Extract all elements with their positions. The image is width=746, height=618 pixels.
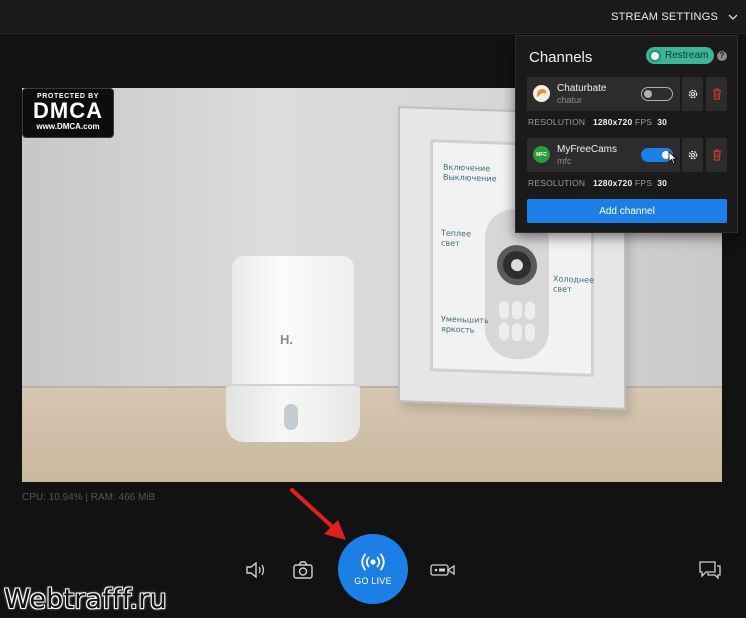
trash-icon (712, 88, 721, 100)
poster-label-on-off: Включение Выключение (443, 162, 497, 184)
snapshot-button[interactable] (290, 558, 316, 582)
channel-resolution-row: RESOLUTION 1280x720 FPS 30 (528, 178, 668, 188)
channel-resolution-row: RESOLUTION 1280x720 FPS 30 (528, 117, 668, 127)
chat-button[interactable] (697, 558, 723, 582)
humidifier-logo: H. (280, 332, 293, 347)
top-bar: STREAM SETTINGS (0, 0, 746, 34)
dmca-url: www.DMCA.com (36, 122, 100, 131)
stream-settings-button[interactable]: STREAM SETTINGS (611, 0, 738, 34)
gear-icon (688, 150, 697, 160)
audio-button[interactable] (243, 558, 269, 582)
watermark: Webtrafff.ru (4, 584, 167, 615)
live-broadcast-icon (361, 553, 385, 571)
myfreecams-logo-icon: MFC (533, 146, 550, 163)
channel-username: mfc (557, 156, 572, 166)
record-icon (430, 564, 455, 576)
channels-title: Channels (529, 49, 593, 66)
restream-badge[interactable]: Restream (646, 47, 715, 64)
add-channel-button[interactable]: Add channel (527, 199, 727, 223)
mouse-cursor-icon (668, 151, 678, 165)
channel-name: MyFreeCams (557, 144, 618, 155)
help-icon[interactable]: ? (717, 51, 727, 61)
poster-label-dim: Уменьшить яркость (441, 314, 489, 335)
channels-panel: Channels Restream ? Chaturbate chatur RE… (515, 35, 738, 233)
poster-label-warm: Теплее свет (441, 228, 471, 249)
chat-icon (699, 561, 721, 580)
poster-label-cold: Холоднее свет (553, 274, 594, 295)
channel-username: chatur (557, 95, 583, 105)
camera-icon (293, 561, 313, 579)
channel-row-myfreecams: MFC MyFreeCams mfc (527, 138, 680, 172)
resource-stats: CPU: 10.94% | RAM: 466 MiB (22, 492, 156, 503)
resolution-value: 1280x720 (592, 178, 633, 188)
resolution-value: 1280x720 (592, 117, 633, 127)
channel-settings-button[interactable] (682, 138, 703, 172)
restream-logo-icon (649, 49, 661, 62)
speaker-icon (246, 561, 265, 579)
annotation-arrow (290, 488, 346, 540)
record-button[interactable] (429, 558, 457, 582)
trash-icon (712, 149, 721, 161)
channel-settings-button[interactable] (682, 77, 703, 111)
restream-label: Restream (665, 50, 709, 61)
stream-settings-label: STREAM SETTINGS (611, 11, 718, 23)
fps-value: 30 (657, 178, 668, 188)
gear-icon (688, 89, 697, 99)
humidifier: H. (222, 256, 364, 442)
dmca-mark: DMCA (33, 98, 103, 123)
fps-value: 30 (657, 117, 668, 127)
chevron-down-icon (728, 14, 738, 20)
channel-toggle[interactable] (641, 87, 673, 101)
go-live-button[interactable]: GO LIVE (338, 534, 408, 604)
channel-row-chaturbate: Chaturbate chatur (527, 77, 680, 111)
go-live-label: GO LIVE (354, 576, 392, 586)
channel-delete-button[interactable] (706, 77, 727, 111)
dmca-badge: PROTECTED BY DMCA www.DMCA.com (22, 88, 114, 138)
channel-name: Chaturbate (557, 83, 607, 94)
channel-delete-button[interactable] (706, 138, 727, 172)
chaturbate-logo-icon (533, 85, 550, 102)
